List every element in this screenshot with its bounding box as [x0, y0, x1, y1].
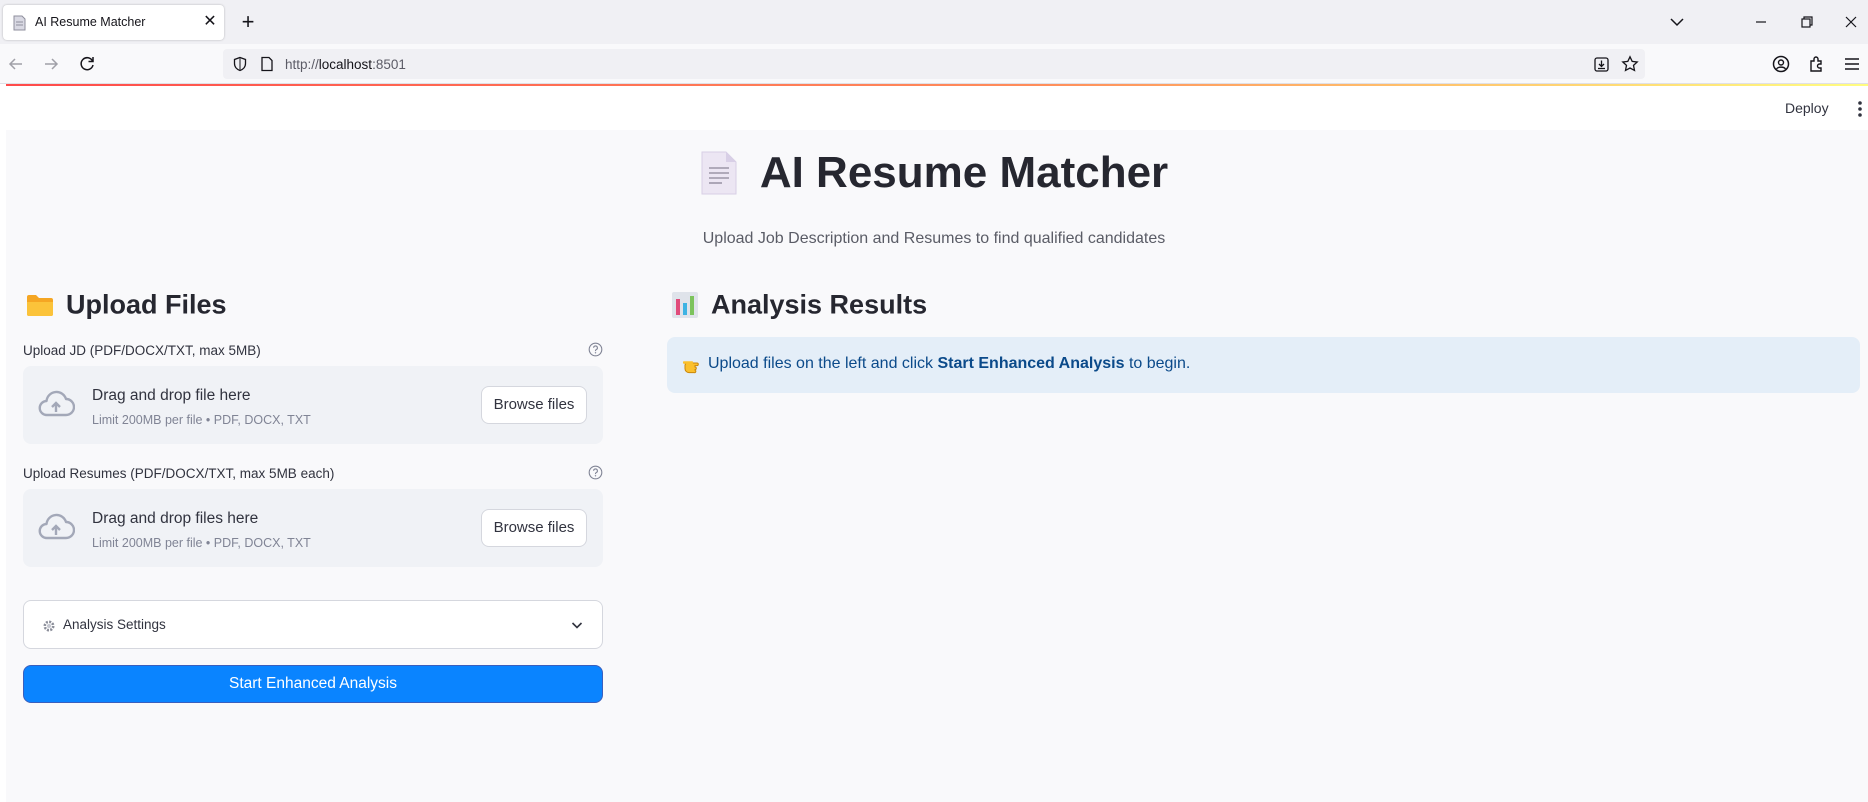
pointing-hand-icon	[683, 361, 699, 374]
gear-icon	[43, 620, 55, 632]
resumes-file-dropzone[interactable]: Drag and drop files here Limit 200MB per…	[23, 489, 603, 567]
browser-tab[interactable]: AI Resume Matcher ✕	[3, 5, 224, 40]
address-bar[interactable]: http://localhost:8501	[223, 49, 1645, 79]
jd-upload-label: Upload JD (PDF/DOCX/TXT, max 5MB)	[23, 343, 261, 358]
app-header: Deploy	[6, 86, 1868, 130]
resumes-dropzone-limit: Limit 200MB per file • PDF, DOCX, TXT	[92, 536, 311, 550]
back-arrow-icon[interactable]	[5, 53, 27, 75]
page-title: AI Resume Matcher	[0, 148, 1868, 208]
analysis-results-heading-text: Analysis Results	[711, 289, 928, 320]
jd-dropzone-limit: Limit 200MB per file • PDF, DOCX, TXT	[92, 413, 311, 427]
analysis-settings-label: Analysis Settings	[63, 617, 166, 632]
analysis-settings-expander[interactable]: Analysis Settings	[23, 600, 603, 649]
page-facing-up-icon	[701, 151, 737, 195]
page-title-text: AI Resume Matcher	[759, 148, 1169, 197]
download-page-icon[interactable]	[1593, 56, 1610, 73]
tab-close-icon[interactable]: ✕	[199, 11, 221, 33]
hamburger-menu-icon[interactable]	[1841, 53, 1863, 75]
page-info-icon[interactable]	[259, 56, 275, 72]
jd-file-dropzone[interactable]: Drag and drop file here Limit 200MB per …	[23, 366, 603, 444]
bar-chart-icon	[672, 291, 698, 318]
resumes-dropzone-text: Drag and drop files here	[92, 510, 259, 527]
minimize-icon[interactable]	[1748, 9, 1774, 35]
jd-dropzone-text: Drag and drop file here	[92, 387, 251, 404]
page-favicon-icon	[13, 15, 26, 31]
jd-browse-files-button[interactable]: Browse files	[481, 386, 587, 424]
restore-icon[interactable]	[1794, 9, 1820, 35]
resumes-browse-files-button[interactable]: Browse files	[481, 509, 587, 547]
forward-arrow-icon[interactable]	[40, 53, 62, 75]
bookmark-star-icon[interactable]	[1621, 55, 1639, 73]
cloud-upload-icon	[38, 513, 75, 540]
url-text[interactable]: http://localhost:8501	[285, 57, 406, 72]
browser-nav-bar: http://localhost:8501	[0, 44, 1868, 84]
upload-files-heading: Upload Files	[26, 288, 227, 324]
chevron-down-icon	[571, 622, 583, 629]
deploy-button[interactable]: Deploy	[1785, 100, 1829, 116]
help-icon[interactable]	[588, 342, 603, 357]
upload-files-heading-text: Upload Files	[66, 289, 227, 320]
tab-list-chevron-icon[interactable]	[1664, 9, 1690, 35]
page-subtitle: Upload Job Description and Resumes to fi…	[702, 230, 1166, 247]
extensions-icon[interactable]	[1806, 53, 1828, 75]
close-window-icon[interactable]	[1838, 9, 1864, 35]
analysis-results-heading: Analysis Results	[671, 288, 927, 324]
start-enhanced-analysis-button[interactable]: Start Enhanced Analysis	[23, 665, 603, 703]
shield-icon[interactable]	[232, 56, 248, 72]
resumes-upload-label: Upload Resumes (PDF/DOCX/TXT, max 5MB ea…	[23, 466, 335, 481]
cloud-upload-icon	[38, 390, 75, 417]
browser-tab-bar: AI Resume Matcher ✕ +	[0, 0, 1868, 44]
reload-icon[interactable]	[76, 53, 98, 75]
account-icon[interactable]	[1770, 53, 1792, 75]
new-tab-icon[interactable]: +	[236, 9, 260, 35]
main-menu-kebab-icon[interactable]	[1853, 100, 1867, 118]
info-message: Upload files on the left and click Start…	[708, 355, 1191, 372]
info-alert: Upload files on the left and click Start…	[667, 337, 1860, 393]
folder-icon	[27, 294, 53, 316]
tab-title: AI Resume Matcher	[35, 15, 146, 29]
help-icon[interactable]	[588, 465, 603, 480]
